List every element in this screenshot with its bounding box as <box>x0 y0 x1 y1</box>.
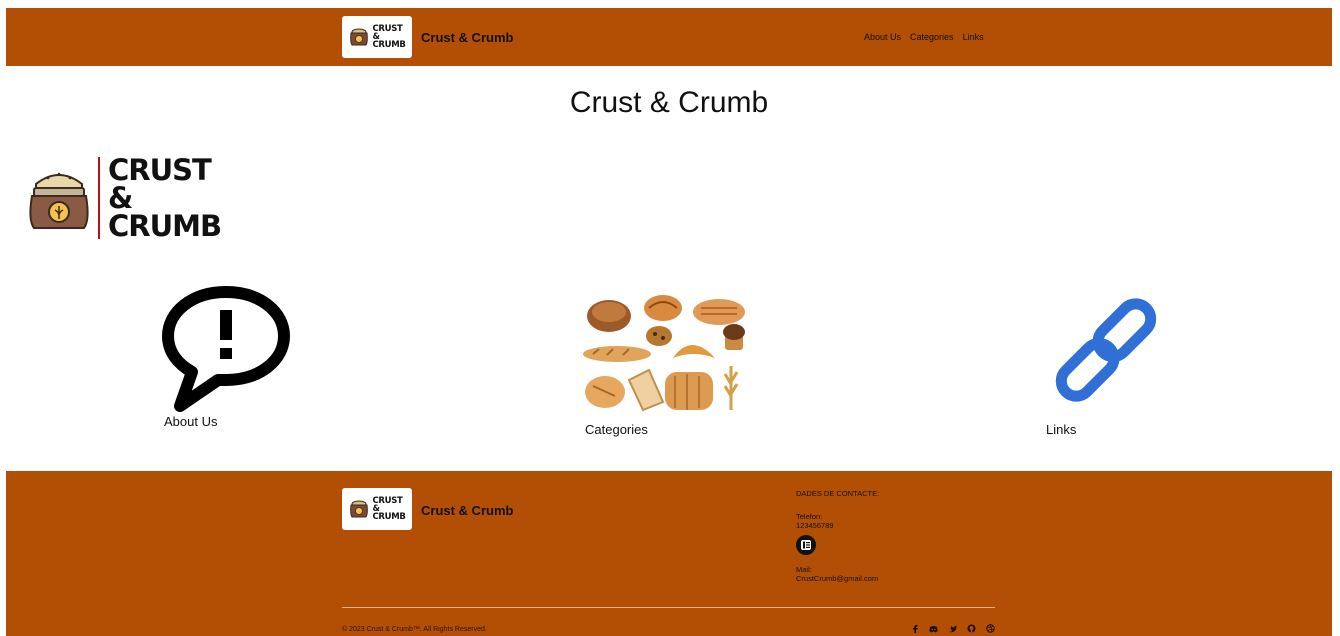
twitter-icon[interactable] <box>948 624 957 633</box>
links-card[interactable]: Links <box>1046 298 1166 437</box>
brand-logo: CRUST & CRUMB <box>342 16 412 58</box>
mail-link[interactable]: CrustCrumb@gmail.com <box>796 574 878 583</box>
dribbble-icon[interactable] <box>986 624 995 633</box>
social-links <box>910 624 995 633</box>
categories-card[interactable]: Categories <box>579 292 751 438</box>
about-us-label: About Us <box>164 414 218 429</box>
copyright: © 2023 Crust & Crumb™. All Rights Reserv… <box>342 626 487 633</box>
flour-sack-icon <box>350 500 369 518</box>
page-frame: CRUST & CRUMB Crust & Crumb About Us Cat… <box>6 8 1332 636</box>
flour-sack-icon <box>29 172 89 229</box>
hero-logo: CRUST & CRUMB <box>26 156 222 243</box>
mail-label: Mail: <box>796 565 812 574</box>
main-nav: About Us Categories Links <box>864 32 984 42</box>
flour-sack-icon <box>350 28 369 46</box>
github-icon[interactable] <box>967 624 976 633</box>
footer-brand-link[interactable]: CRUST & CRUMB Crust & Crumb <box>342 488 513 530</box>
footer-brand-name: Crust & Crumb <box>421 503 514 518</box>
bread-assortment-icon <box>583 295 745 412</box>
footer-logo-line3: CRUMB <box>372 512 406 522</box>
nav-link-about-us[interactable]: About Us <box>864 32 901 42</box>
footer-logo: CRUST & CRUMB <box>342 488 412 530</box>
logo-text-line3: CRUMB <box>372 40 406 50</box>
chain-link-icon <box>1055 298 1157 402</box>
brand-link[interactable]: CRUST & CRUMB Crust & Crumb <box>342 16 513 58</box>
nav-link-categories[interactable]: Categories <box>910 32 954 42</box>
facebook-icon[interactable] <box>910 624 919 633</box>
about-us-card[interactable]: About Us <box>162 286 292 436</box>
discord-icon[interactable] <box>929 624 938 633</box>
contact-info: DADES DE CONTACTE: Telefon: 123456789 Ma… <box>796 489 879 583</box>
phone-icon[interactable] <box>796 535 816 555</box>
links-label: Links <box>1046 422 1077 437</box>
phone-value: 123456789 <box>796 521 834 530</box>
hero-logo-line3: CRUMB <box>108 209 222 243</box>
phone-label: Telefon: <box>796 512 823 521</box>
page-title: Crust & Crumb <box>569 86 769 119</box>
logo-divider <box>98 157 100 239</box>
nav-link-links[interactable]: Links <box>963 32 984 42</box>
footer-divider <box>342 607 995 608</box>
categories-label: Categories <box>585 422 648 437</box>
brand-name: Crust & Crumb <box>421 29 514 45</box>
footer: CRUST & CRUMB Crust & Crumb DADES DE CON… <box>6 471 1332 636</box>
contact-heading: DADES DE CONTACTE: <box>796 489 880 498</box>
top-navbar: CRUST & CRUMB Crust & Crumb About Us Cat… <box>6 8 1332 66</box>
speech-bubble-exclamation-icon <box>162 286 290 412</box>
